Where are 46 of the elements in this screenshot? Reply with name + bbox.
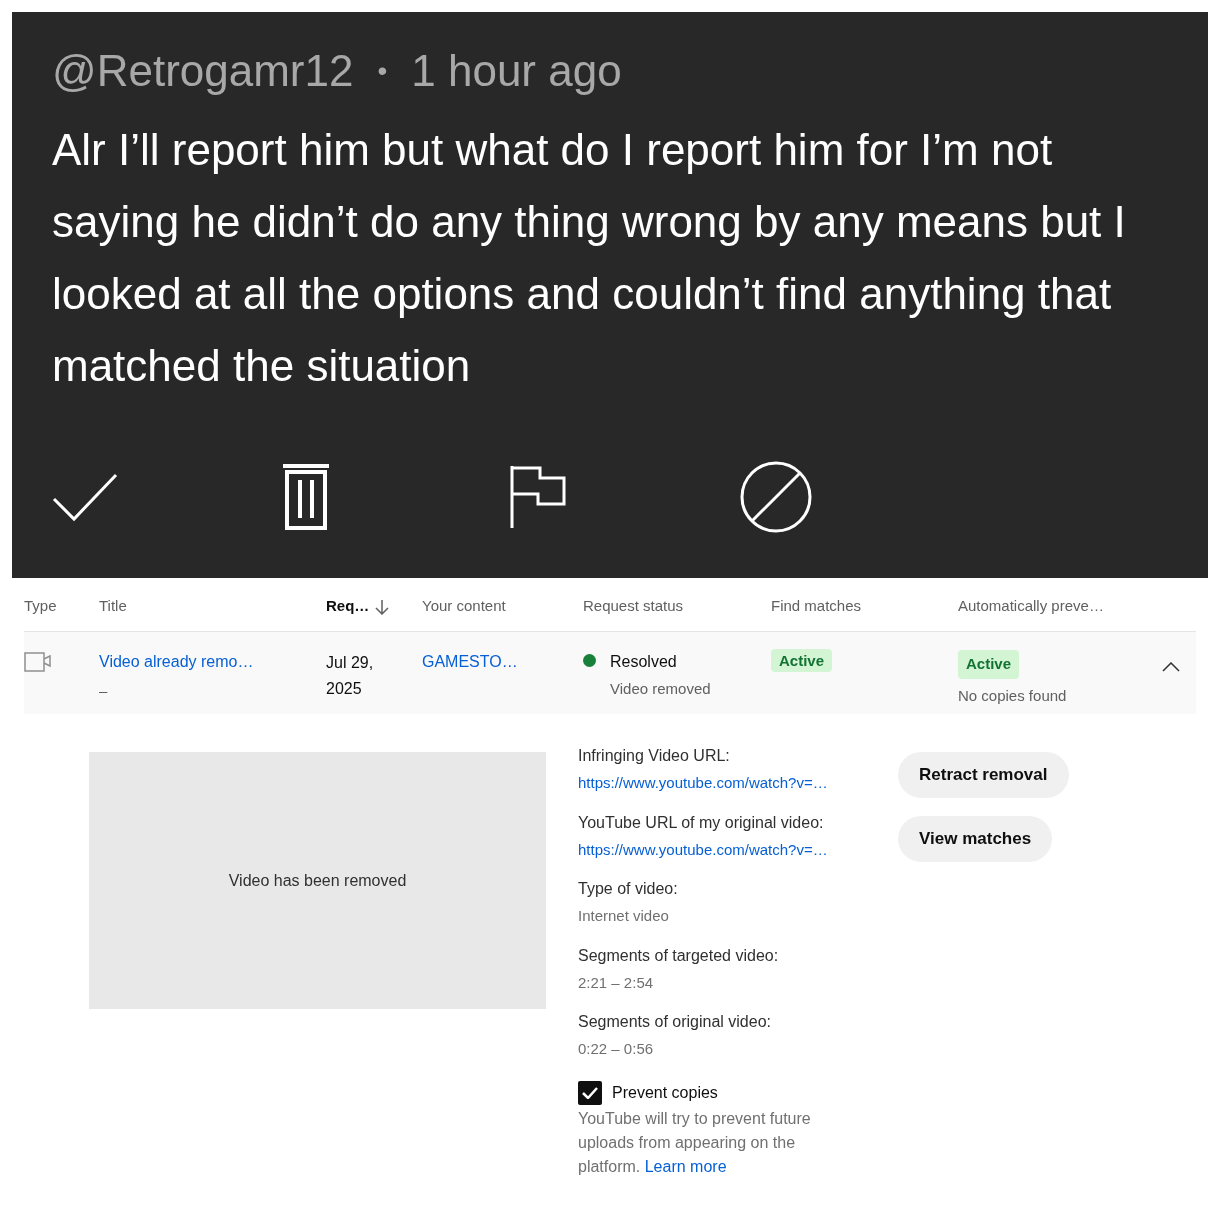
prevent-copies-description: YouTube will try to prevent future uploads from appearing on the platform. Learn more [578, 1108, 812, 1177]
placeholder-text: Video has been removed [228, 870, 407, 891]
video-camera-icon [24, 652, 52, 672]
block-icon[interactable] [739, 460, 813, 534]
field-label: Segments of targeted video: [578, 945, 780, 966]
comment-text: Alr I’ll report him but what do I report him for I’m not saying he didn’t do any thing wrong by any means but I looked at all the options and couldn’t find anything that matched the situation [52, 124, 1127, 392]
status-badge: Active [958, 650, 1020, 679]
url-link[interactable]: https://www.youtube.com/watch?v=… [578, 772, 898, 795]
field-label: Segments of original video: [578, 1012, 772, 1032]
comment-author: @Retrogamr12 [52, 45, 354, 97]
sort-arrow-icon [375, 598, 390, 615]
trash-icon[interactable] [281, 464, 331, 530]
field-value: 2:21 – 2:54 [578, 972, 655, 993]
column-header[interactable]: Your content [422, 595, 506, 618]
column-header[interactable]: Title [99, 595, 127, 618]
collapse-chevron-icon[interactable] [1162, 662, 1180, 672]
title-subtitle: – [99, 681, 109, 701]
content-link[interactable]: GAMESTO… [422, 653, 518, 670]
table-row[interactable]: Video already remo… – Jul 29, 2025 GAMESTO… Resolved Video removed Active Active No copies found [24, 632, 1196, 714]
field-value: 0:22 – 0:56 [578, 1039, 655, 1059]
request-status: Resolved [610, 652, 678, 672]
field-label: Type of video: [578, 879, 679, 899]
checkbox-label: Prevent copies [612, 1082, 718, 1103]
request-date: Jul 29, 2025 [326, 654, 374, 697]
column-header[interactable]: Req… [326, 595, 370, 618]
separator-dot: • [377, 54, 388, 88]
learn-more-link[interactable]: Learn more [644, 1157, 727, 1175]
action-button[interactable]: View matches [898, 816, 1053, 862]
status-detail: Video removed [610, 679, 711, 699]
column-header[interactable]: Find matches [771, 595, 862, 618]
checkmark-icon [582, 1086, 598, 1099]
column-header[interactable]: Type [24, 595, 57, 618]
status-badge: Active [771, 649, 833, 672]
field-label: Infringing Video URL: [578, 746, 731, 766]
action-button[interactable]: Retract removal [898, 752, 1069, 798]
url-link[interactable]: https://www.youtube.com/watch?v=… [578, 838, 898, 861]
column-header[interactable]: Request status [583, 595, 684, 618]
checkbox[interactable] [578, 1080, 602, 1105]
video-title-link[interactable]: Video already remo… [99, 650, 326, 674]
flag-icon[interactable] [510, 464, 566, 530]
field-value: Internet video [578, 906, 670, 926]
check-icon[interactable] [52, 471, 118, 523]
comment-time: 1 hour ago [411, 45, 622, 97]
auto-prevent-detail: No copies found [958, 685, 1067, 706]
field-label: YouTube URL of my original video: [578, 812, 825, 833]
column-header[interactable]: Automatically preve… [958, 595, 1104, 618]
